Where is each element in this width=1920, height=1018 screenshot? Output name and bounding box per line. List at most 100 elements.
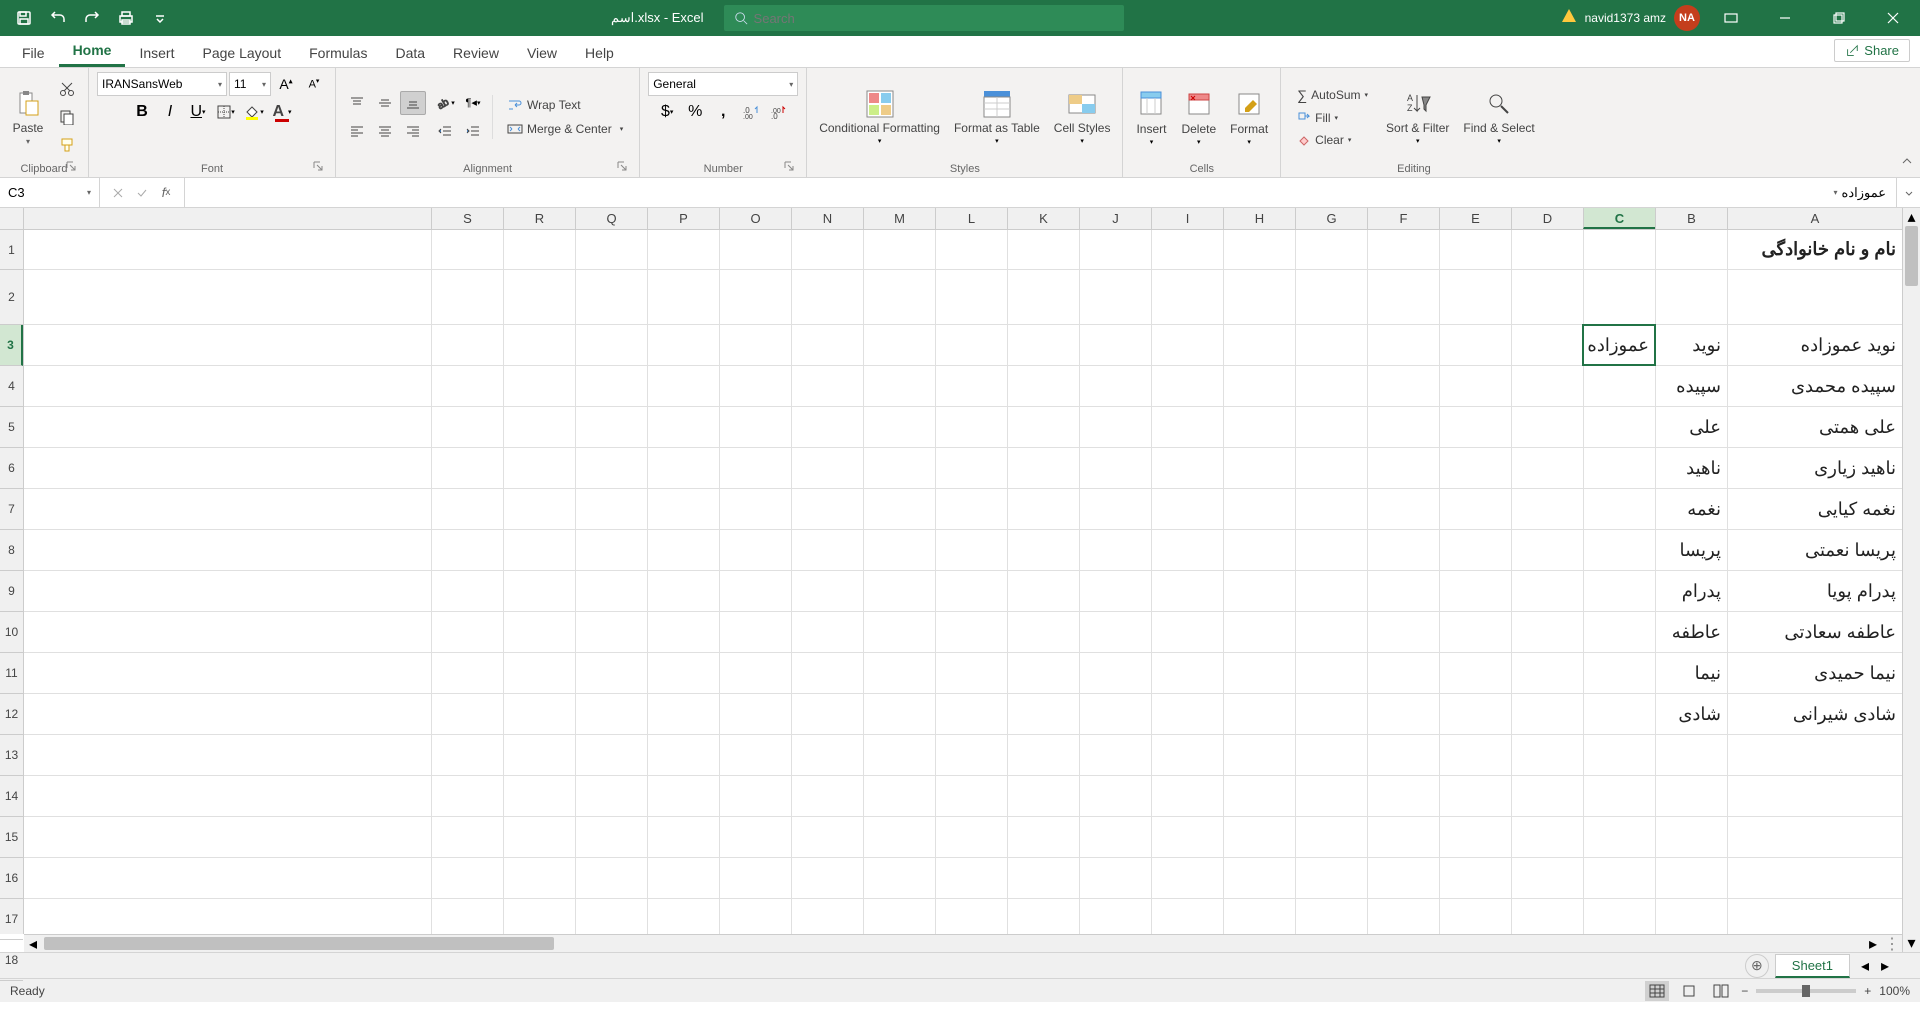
scroll-left-button[interactable]: ◂ <box>24 935 42 952</box>
cell-K10[interactable] <box>1007 612 1079 652</box>
zoom-slider[interactable] <box>1756 989 1856 993</box>
cell-B15[interactable] <box>1655 817 1727 857</box>
italic-button[interactable]: I <box>157 100 183 124</box>
cell-L1[interactable] <box>935 230 1007 269</box>
cell-P16[interactable] <box>647 858 719 898</box>
text-direction-button[interactable]: ¶◂▾ <box>460 91 486 115</box>
cell-S8[interactable] <box>431 530 503 570</box>
cell-B7[interactable]: نغمه <box>1655 489 1727 529</box>
clipboard-launcher[interactable] <box>64 161 78 175</box>
cell-E9[interactable] <box>1439 571 1511 611</box>
cell-H6[interactable] <box>1223 448 1295 488</box>
cell-J10[interactable] <box>1079 612 1151 652</box>
cell-H14[interactable] <box>1223 776 1295 816</box>
scroll-options[interactable]: ⋮ <box>1882 935 1902 952</box>
column-header-G[interactable]: G <box>1295 208 1367 229</box>
search-input[interactable] <box>754 11 1114 26</box>
sheet-nav-first[interactable]: ◂ <box>1856 957 1874 975</box>
horizontal-scroll-thumb[interactable] <box>44 937 554 950</box>
cell-C15[interactable] <box>1583 817 1655 857</box>
cell-C10[interactable] <box>1583 612 1655 652</box>
cell-A7[interactable]: نغمه کیایی <box>1727 489 1902 529</box>
cell-R10[interactable] <box>503 612 575 652</box>
cell-D2[interactable] <box>1511 270 1583 324</box>
cell-K4[interactable] <box>1007 366 1079 406</box>
cell-S9[interactable] <box>431 571 503 611</box>
cell-L17[interactable] <box>935 899 1007 934</box>
column-header-B[interactable]: B <box>1655 208 1727 229</box>
cell-E15[interactable] <box>1439 817 1511 857</box>
cell-G13[interactable] <box>1295 735 1367 775</box>
cell-F7[interactable] <box>1367 489 1439 529</box>
cell-Q2[interactable] <box>575 270 647 324</box>
tab-home[interactable]: Home <box>59 36 126 67</box>
comma-format-button[interactable]: , <box>710 100 736 124</box>
cell-L10[interactable] <box>935 612 1007 652</box>
row-header-13[interactable]: 13 <box>0 735 23 776</box>
cell-F1[interactable] <box>1367 230 1439 269</box>
align-bottom-button[interactable] <box>400 91 426 115</box>
cell-O16[interactable] <box>719 858 791 898</box>
cell-I8[interactable] <box>1151 530 1223 570</box>
normal-view-button[interactable] <box>1645 981 1669 1001</box>
cell-P7[interactable] <box>647 489 719 529</box>
cell-J16[interactable] <box>1079 858 1151 898</box>
conditional-formatting-button[interactable]: Conditional Formatting▾ <box>815 86 944 147</box>
bold-button[interactable]: B <box>129 100 155 124</box>
alignment-launcher[interactable] <box>615 161 629 175</box>
cell-K11[interactable] <box>1007 653 1079 693</box>
cell-O15[interactable] <box>719 817 791 857</box>
cell-O6[interactable] <box>719 448 791 488</box>
print-button[interactable] <box>112 4 140 32</box>
cell-R17[interactable] <box>503 899 575 934</box>
cell-S15[interactable] <box>431 817 503 857</box>
cell-C2[interactable] <box>1583 270 1655 324</box>
cell-G6[interactable] <box>1295 448 1367 488</box>
cell-M1[interactable] <box>863 230 935 269</box>
font-size-combo[interactable]: 11▾ <box>229 72 271 96</box>
cell-J7[interactable] <box>1079 489 1151 529</box>
cell-C5[interactable] <box>1583 407 1655 447</box>
cell-J3[interactable] <box>1079 325 1151 365</box>
sheet-tab-sheet1[interactable]: Sheet1 <box>1775 954 1850 978</box>
cell-H2[interactable] <box>1223 270 1295 324</box>
cell-D6[interactable] <box>1511 448 1583 488</box>
zoom-out-button[interactable]: − <box>1741 984 1748 998</box>
cell-S11[interactable] <box>431 653 503 693</box>
cell-E10[interactable] <box>1439 612 1511 652</box>
share-button[interactable]: Share <box>1834 39 1910 62</box>
zoom-thumb[interactable] <box>1802 985 1810 997</box>
cell-P1[interactable] <box>647 230 719 269</box>
cell-F12[interactable] <box>1367 694 1439 734</box>
cell-K6[interactable] <box>1007 448 1079 488</box>
cell-A15[interactable] <box>1727 817 1902 857</box>
cell-A5[interactable]: علی همتی <box>1727 407 1902 447</box>
cell-Q15[interactable] <box>575 817 647 857</box>
font-launcher[interactable] <box>311 161 325 175</box>
row-header-4[interactable]: 4 <box>0 366 23 407</box>
cell-E4[interactable] <box>1439 366 1511 406</box>
cell-A4[interactable]: سپیده محمدی <box>1727 366 1902 406</box>
cell-H11[interactable] <box>1223 653 1295 693</box>
tab-formulas[interactable]: Formulas <box>295 39 381 67</box>
cell-B4[interactable]: سپیده <box>1655 366 1727 406</box>
scroll-up-button[interactable]: ▴ <box>1903 208 1920 226</box>
number-format-combo[interactable]: General▾ <box>648 72 798 96</box>
row-header-6[interactable]: 6 <box>0 448 23 489</box>
cell-L14[interactable] <box>935 776 1007 816</box>
cell-M7[interactable] <box>863 489 935 529</box>
cell-C8[interactable] <box>1583 530 1655 570</box>
cell-P12[interactable] <box>647 694 719 734</box>
cell-D4[interactable] <box>1511 366 1583 406</box>
cell-N17[interactable] <box>791 899 863 934</box>
cancel-formula-button[interactable] <box>108 183 128 203</box>
cell-K13[interactable] <box>1007 735 1079 775</box>
increase-indent-button[interactable] <box>460 119 486 143</box>
cell-Q11[interactable] <box>575 653 647 693</box>
cell-L9[interactable] <box>935 571 1007 611</box>
cells-area[interactable]: نام و نام خانوادگینوید عموزادهنویدعموزاد… <box>24 230 1902 934</box>
row-header-17[interactable]: 17 <box>0 899 23 940</box>
column-header-E[interactable]: E <box>1439 208 1511 229</box>
cell-P4[interactable] <box>647 366 719 406</box>
cell-styles-button[interactable]: Cell Styles▾ <box>1050 86 1115 147</box>
